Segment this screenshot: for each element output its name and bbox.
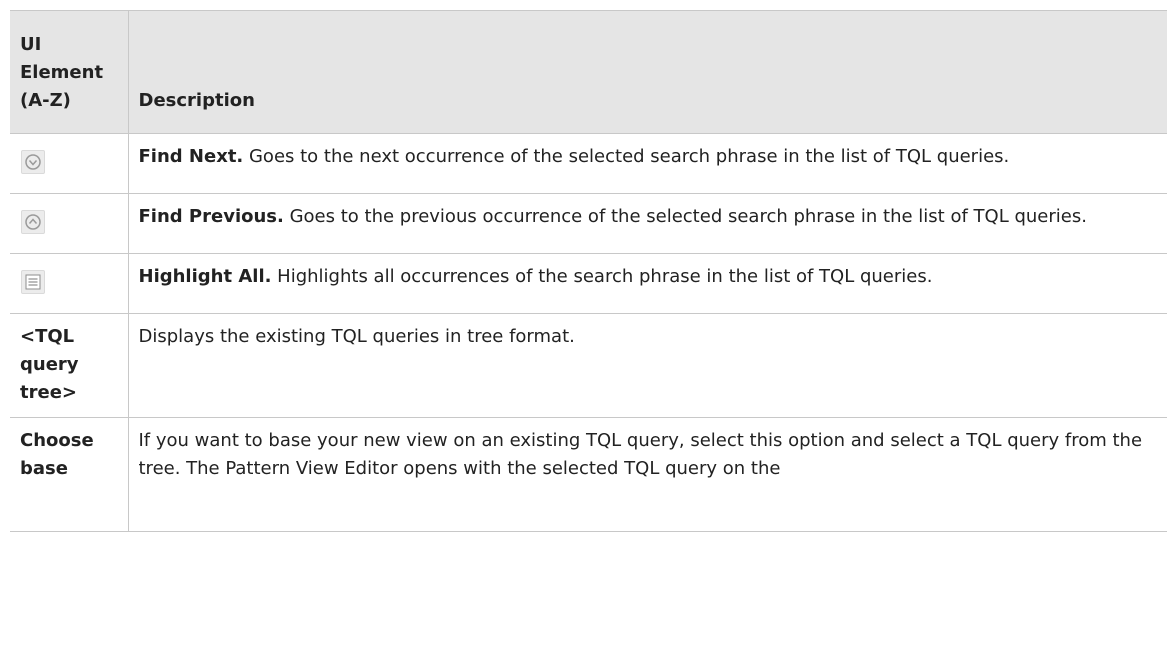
description-text: Goes to the previous occurrence of the s… xyxy=(283,206,1087,227)
description-cell: Find Previous. Goes to the previous occu… xyxy=(128,193,1167,254)
element-cell xyxy=(10,133,129,194)
term: Find Next. xyxy=(138,146,244,167)
element-cell: Choose base xyxy=(10,417,129,532)
table-row: <TQL query tree> Displays the existing T… xyxy=(10,313,1167,418)
header-description: Description xyxy=(128,10,1167,134)
description-text: Goes to the next occurrence of the selec… xyxy=(243,146,1010,167)
description-cell: If you want to base your new view on an … xyxy=(128,417,1167,532)
header-ui-element: UI Element (A-Z) xyxy=(10,10,129,134)
element-text: Choose base xyxy=(20,430,94,479)
find-previous-icon xyxy=(21,210,45,234)
term: Highlight All. xyxy=(138,266,272,287)
description-text: If you want to base your new view on an … xyxy=(138,430,1143,479)
element-cell xyxy=(10,253,129,314)
table-row: Find Previous. Goes to the previous occu… xyxy=(10,193,1167,254)
element-cell xyxy=(10,193,129,254)
description-cell: Displays the existing TQL queries in tre… xyxy=(128,313,1167,418)
highlight-all-icon xyxy=(21,270,45,294)
description-text: Highlights all occurrences of the search… xyxy=(271,266,933,287)
table-header-row: UI Element (A-Z) Description xyxy=(10,10,1167,134)
description-cell: Find Next. Goes to the next occurrence o… xyxy=(128,133,1167,194)
find-next-icon xyxy=(21,150,45,174)
term: Find Previous. xyxy=(138,206,284,227)
element-cell: <TQL query tree> xyxy=(10,313,129,418)
ui-elements-table: UI Element (A-Z) Description Find Next. … xyxy=(10,10,1167,532)
description-cell: Highlight All. Highlights all occurrence… xyxy=(128,253,1167,314)
table-row: Choose base If you want to base your new… xyxy=(10,417,1167,532)
table-row: Find Next. Goes to the next occurrence o… xyxy=(10,133,1167,194)
table-row: Highlight All. Highlights all occurrence… xyxy=(10,253,1167,314)
